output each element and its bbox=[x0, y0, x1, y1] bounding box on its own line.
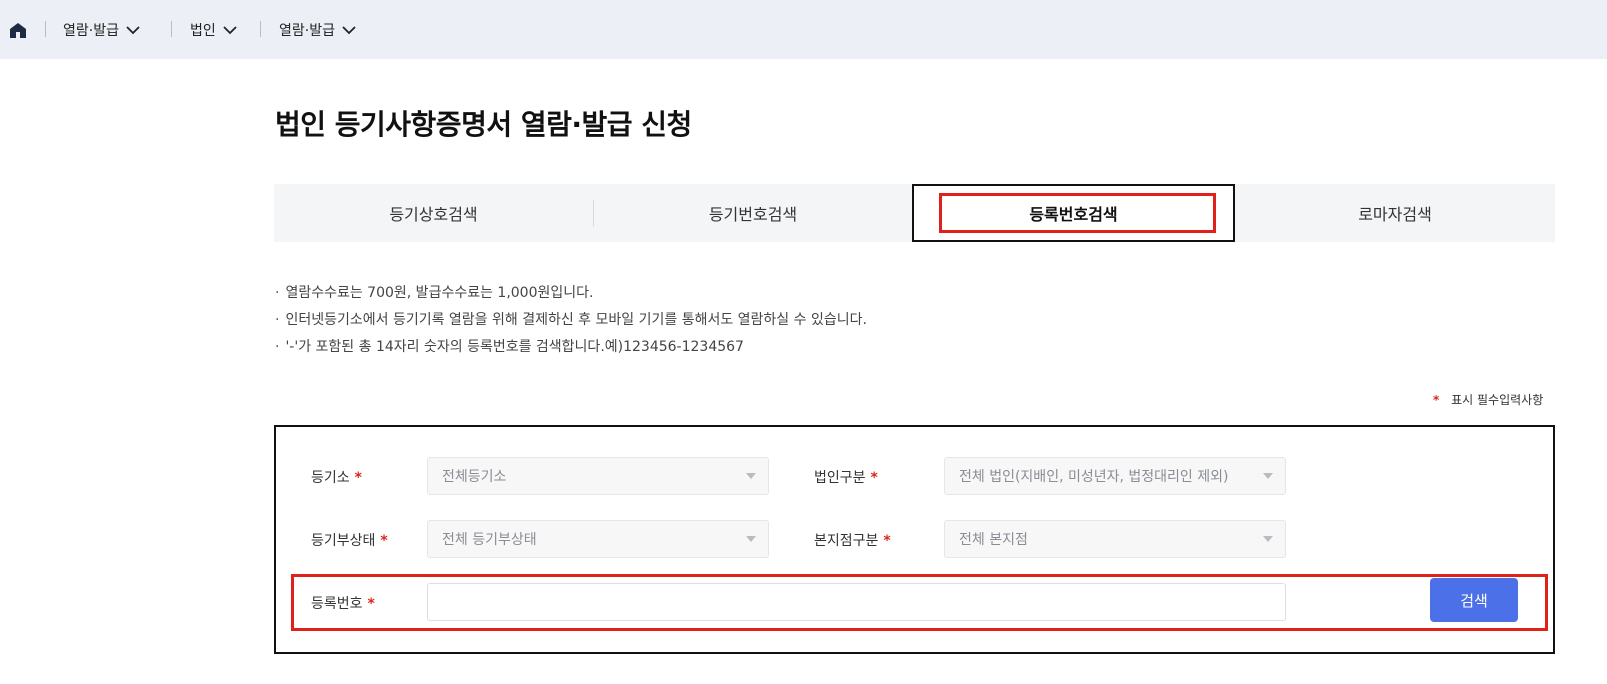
label-text: 등기소 bbox=[311, 470, 350, 486]
caret-down-icon bbox=[746, 473, 756, 479]
label-text: 등기부상태 bbox=[311, 533, 376, 549]
tab-registry-number-search[interactable]: 등기번호검색 bbox=[594, 184, 912, 242]
notice-list: 열람수수료는 700원, 발급수수료는 1,000원입니다. 인터넷등기소에서 … bbox=[275, 280, 867, 361]
branch-type-label: 본지점구분 * bbox=[814, 530, 891, 550]
select-value: 전체 등기부상태 bbox=[442, 532, 537, 548]
notice-item: '-'가 포함된 총 14자리 숫자의 등록번호를 검색합니다.예)123456… bbox=[275, 334, 867, 361]
top-nav-bar: 열람·발급 법인 열람·발급 bbox=[0, 0, 1607, 59]
required-star: * bbox=[367, 596, 375, 612]
registry-status-label: 등기부상태 * bbox=[311, 530, 388, 550]
reg-number-input[interactable] bbox=[427, 583, 1286, 621]
home-icon[interactable] bbox=[9, 22, 27, 38]
nav-item-label: 열람·발급 bbox=[279, 23, 335, 39]
nav-item-view-issue[interactable]: 열람·발급 bbox=[63, 18, 140, 42]
nav-item-label: 법인 bbox=[190, 23, 216, 39]
nav-item-label: 열람·발급 bbox=[63, 23, 119, 39]
select-value: 전체 본지점 bbox=[959, 532, 1028, 548]
notice-item: 인터넷등기소에서 등기기록 열람을 위해 결제하신 후 모바일 기기를 통해서도… bbox=[275, 307, 866, 334]
tab-registration-number-search[interactable]: 등록번호검색 bbox=[912, 184, 1235, 242]
search-tabs: 등기상호검색 등기번호검색 등록번호검색 로마자검색 bbox=[274, 184, 1555, 242]
tab-business-name-search[interactable]: 등기상호검색 bbox=[274, 184, 593, 242]
nav-item-view-issue-2[interactable]: 열람·발급 bbox=[279, 18, 356, 42]
nav-separator bbox=[171, 21, 172, 37]
search-button[interactable]: 검색 bbox=[1430, 578, 1518, 622]
label-text: 법인구분 bbox=[814, 470, 866, 486]
chevron-down-icon bbox=[342, 25, 356, 34]
registry-office-select[interactable]: 전체등기소 bbox=[427, 457, 769, 495]
chevron-down-icon bbox=[223, 25, 237, 34]
tab-roman-search[interactable]: 로마자검색 bbox=[1235, 184, 1555, 242]
nav-item-corporation[interactable]: 법인 bbox=[190, 18, 237, 42]
registry-status-select[interactable]: 전체 등기부상태 bbox=[427, 520, 769, 558]
notice-item: 열람수수료는 700원, 발급수수료는 1,000원입니다. bbox=[275, 280, 867, 307]
required-star: * bbox=[1433, 393, 1440, 407]
label-text: 본지점구분 bbox=[814, 533, 879, 549]
corp-type-select[interactable]: 전체 법인(지배인, 미성년자, 법정대리인 제외) bbox=[944, 457, 1286, 495]
corp-type-label: 법인구분 * bbox=[814, 467, 878, 487]
chevron-down-icon bbox=[126, 25, 140, 34]
caret-down-icon bbox=[746, 536, 756, 542]
registry-office-label: 등기소 * bbox=[311, 467, 362, 487]
caret-down-icon bbox=[1263, 536, 1273, 542]
required-legend: * 표시 필수입력사항 bbox=[1433, 391, 1543, 408]
branch-type-select[interactable]: 전체 본지점 bbox=[944, 520, 1286, 558]
select-value: 전체 법인(지배인, 미성년자, 법정대리인 제외) bbox=[959, 469, 1229, 485]
required-star: * bbox=[380, 533, 388, 549]
required-star: * bbox=[870, 470, 878, 486]
label-text: 등록번호 bbox=[311, 596, 363, 612]
nav-separator bbox=[45, 21, 46, 37]
caret-down-icon bbox=[1263, 473, 1273, 479]
required-star: * bbox=[354, 470, 362, 486]
page-title: 법인 등기사항증명서 열람·발급 신청 bbox=[275, 108, 692, 141]
required-star: * bbox=[883, 533, 891, 549]
required-legend-text: 표시 필수입력사항 bbox=[1451, 393, 1544, 407]
select-value: 전체등기소 bbox=[442, 469, 507, 485]
nav-separator bbox=[260, 21, 261, 37]
reg-number-label: 등록번호 * bbox=[311, 593, 375, 613]
